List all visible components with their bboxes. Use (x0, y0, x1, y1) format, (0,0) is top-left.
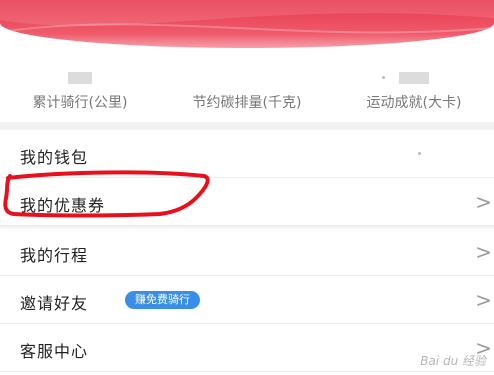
stat-carbon-saved: 节约碳排量(千克) (167, 60, 327, 112)
chevron-right-icon: > (475, 190, 492, 214)
menu-item-label: 客服中心 (20, 342, 89, 361)
stat-total-distance: 累计骑行(公里) (0, 60, 160, 112)
stat-value-redacted (68, 72, 92, 84)
menu-item-label: 邀请好友 (20, 294, 89, 313)
speck (382, 76, 385, 79)
free-ride-badge: 赚免费骑行 (125, 291, 200, 309)
menu-item-label: 我的钱包 (20, 148, 89, 167)
chevron-right-icon: > (475, 240, 492, 264)
header-wave-decoration (0, 0, 494, 34)
stats-panel: 累计骑行(公里) 节约碳排量(千克) 运动成就(大卡) (0, 60, 494, 118)
chevron-right-icon: > (475, 288, 492, 312)
stat-label: 累计骑行(公里) (32, 95, 128, 111)
menu-item-invite-friends[interactable]: 邀请好友 赚免费骑行 > (0, 276, 494, 324)
stat-label: 运动成就(大卡) (366, 95, 462, 111)
stat-calories: 运动成就(大卡) (334, 60, 494, 112)
menu-item-trips[interactable]: 我的行程 > (0, 228, 494, 276)
stat-value-redacted (399, 72, 429, 84)
section-divider (0, 122, 494, 130)
baidu-watermark: Bai du 经验 (420, 354, 486, 368)
speck (418, 152, 421, 155)
stat-label: 节约碳排量(千克) (192, 95, 302, 111)
header-banner (0, 0, 494, 48)
menu-item-label: 我的行程 (20, 246, 89, 265)
red-highlight-annotation (3, 170, 210, 218)
